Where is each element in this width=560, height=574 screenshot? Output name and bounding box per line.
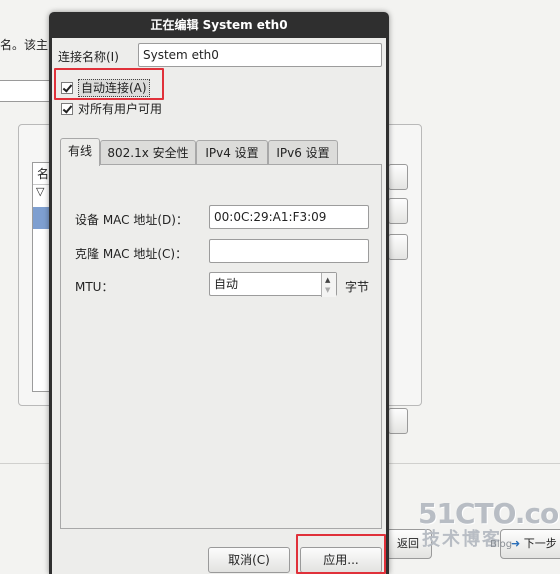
wired-tab-panel: 设备 MAC 地址(D)： 00:0C:29:A1:F3:09 克隆 MAC 地…	[60, 164, 382, 529]
site-watermark: 51CTO.com 技术博客 Blog	[418, 499, 560, 551]
device-mac-label: 设备 MAC 地址(D)：	[75, 213, 188, 227]
spin-up-icon[interactable]: ▲	[325, 276, 330, 284]
all-users-check-icon	[61, 102, 73, 115]
all-users-checkbox[interactable]: 对所有用户可用	[61, 100, 162, 117]
tab-wired[interactable]: 有线	[60, 138, 100, 166]
mtu-spinner[interactable]: 自动 ▲ ▼	[209, 272, 337, 297]
background-delete-button[interactable]	[388, 234, 408, 260]
clone-mac-input[interactable]	[209, 239, 369, 263]
all-users-label: 对所有用户可用	[78, 102, 163, 116]
tab-ipv6-settings[interactable]: IPv6 设置	[268, 140, 338, 164]
auto-connect-highlight-box	[54, 68, 164, 100]
dialog-body: 连接名称(I) System eth0 自动连接(A) 对所有用户可用 有线 8…	[52, 38, 386, 574]
watermark-site: 51CTO.com	[418, 497, 560, 530]
connection-name-input[interactable]: System eth0	[138, 43, 382, 67]
background-edit-button[interactable]	[388, 198, 408, 224]
dialog-title: 正在编辑 System eth0	[150, 18, 288, 32]
mtu-value: 自动	[214, 277, 239, 291]
mtu-unit-label: 字节	[345, 280, 370, 294]
background-close-button[interactable]	[388, 408, 408, 434]
background-partial-text: 名。该主	[0, 38, 49, 52]
watermark-blog: Blog	[490, 539, 513, 550]
back-button-label: 返回	[397, 537, 419, 550]
tab-802-1x-security[interactable]: 802.1x 安全性	[100, 140, 196, 164]
clone-mac-label: 克隆 MAC 地址(C)：	[75, 247, 188, 261]
mtu-label: MTU：	[75, 280, 114, 294]
mtu-spin-buttons[interactable]: ▲ ▼	[321, 273, 336, 297]
device-mac-input[interactable]: 00:0C:29:A1:F3:09	[209, 205, 369, 229]
tab-ipv4-settings[interactable]: IPv4 设置	[196, 140, 268, 164]
connection-name-label: 连接名称(I)	[58, 50, 119, 64]
background-add-button[interactable]	[388, 164, 408, 190]
spin-down-icon[interactable]: ▼	[325, 286, 330, 294]
cancel-button[interactable]: 取消(C)	[208, 547, 290, 573]
apply-highlight-box	[296, 534, 386, 574]
edit-connection-dialog: 正在编辑 System eth0 连接名称(I) System eth0 自动连…	[49, 12, 389, 574]
